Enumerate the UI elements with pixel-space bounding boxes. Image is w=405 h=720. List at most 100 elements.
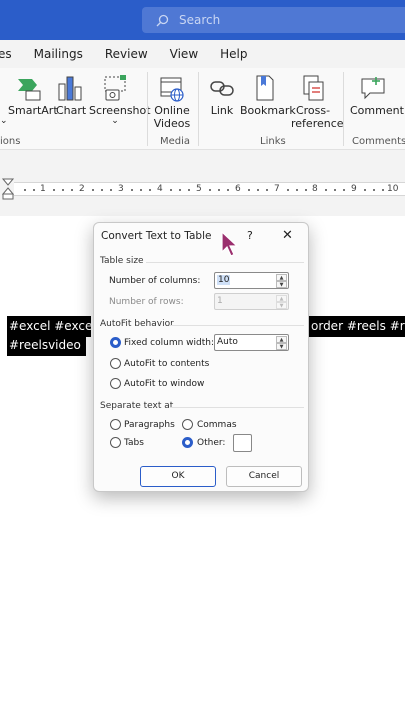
table-size-heading: Table size	[100, 256, 144, 266]
selected-text-line2: #reelsvideo	[7, 335, 86, 356]
ruler-number: 5	[196, 184, 202, 194]
spin-up-icon[interactable]: ▲	[276, 274, 287, 281]
other-separator-input[interactable]	[233, 434, 252, 452]
group-media-label: Media	[160, 136, 191, 147]
paragraphs-label: Paragraphs	[124, 420, 175, 430]
tabs-radio[interactable]	[110, 437, 121, 448]
commas-label: Commas	[197, 420, 237, 430]
screenshot-button[interactable]: Screenshot ⌄	[89, 72, 151, 126]
dialog-title: Convert Text to Table	[101, 230, 212, 242]
link-label: Link	[210, 104, 234, 117]
cross-reference-button[interactable]: Cross- reference	[291, 72, 344, 130]
help-icon[interactable]: ?	[247, 229, 253, 242]
spin-up-icon: ▲	[276, 295, 287, 302]
mouse-cursor-icon	[221, 230, 239, 257]
bookmark-button[interactable]: Bookmark	[240, 72, 296, 117]
close-icon[interactable]: ✕	[282, 228, 293, 243]
number-of-columns-input[interactable]: 10 ▲ ▼	[214, 272, 289, 289]
ribbon: ⌄ SmartArt Chart Screenshot ⌄ Online Vid…	[0, 68, 405, 150]
bookmark-icon	[256, 75, 274, 101]
comment-label: Comment	[350, 104, 404, 117]
cancel-button[interactable]: Cancel	[226, 466, 302, 487]
spin-down-icon: ▼	[276, 302, 287, 309]
ruler-number: 7	[274, 184, 280, 194]
number-of-rows-label: Number of rows:	[109, 297, 184, 307]
number-of-rows-input: 1 ▲ ▼	[214, 293, 289, 310]
ruler-number: 4	[157, 184, 163, 194]
autofit-heading: AutoFit behavior	[100, 319, 174, 329]
bookmark-label: Bookmark	[240, 104, 296, 117]
ribbon-separator	[198, 72, 199, 146]
fixed-width-value: Auto	[217, 337, 238, 347]
tab-references-partial[interactable]: es	[0, 47, 12, 61]
number-of-rows-value: 1	[217, 296, 223, 306]
commas-radio[interactable]	[182, 419, 193, 430]
fixed-width-label: Fixed column width:	[124, 338, 215, 348]
other-label: Other:	[197, 438, 226, 448]
group-illustrations-label: ions	[0, 136, 21, 147]
ruler-number: 3	[118, 184, 124, 194]
number-of-columns-value: 10	[217, 275, 231, 285]
autofit-window-radio[interactable]	[110, 378, 121, 389]
fixed-width-radio[interactable]	[110, 337, 121, 348]
paragraphs-radio[interactable]	[110, 419, 121, 430]
autofit-contents-label: AutoFit to contents	[124, 359, 210, 369]
tab-review[interactable]: Review	[105, 47, 148, 61]
tab-view[interactable]: View	[170, 47, 198, 61]
autofit-window-label: AutoFit to window	[124, 379, 205, 389]
spin-up-icon[interactable]: ▲	[276, 336, 287, 343]
ribbon-separator	[343, 72, 344, 146]
cross-reference-label-1: Cross-	[295, 104, 331, 117]
ruler-number: 9	[351, 184, 357, 194]
tab-mailings[interactable]: Mailings	[34, 47, 83, 61]
ruler-number: 6	[235, 184, 241, 194]
autofit-contents-radio[interactable]	[110, 358, 121, 369]
group-comments-label: Comments	[352, 136, 405, 147]
ruler-number: 8	[312, 184, 318, 194]
spin-down-icon[interactable]: ▼	[276, 281, 287, 288]
smartart-label: SmartArt	[8, 104, 58, 117]
selected-text-line1-left: #excel #exceltu	[7, 316, 91, 337]
ruler-number: 10	[387, 184, 399, 194]
chevron-down-icon: ⌄	[111, 116, 119, 126]
search-icon	[156, 14, 169, 26]
ribbon-separator	[147, 72, 148, 146]
ruler-number: 2	[79, 184, 85, 194]
separate-text-heading: Separate text at	[100, 401, 174, 411]
online-videos-label-1: Online	[154, 104, 190, 117]
smartart-button[interactable]: SmartArt	[8, 72, 58, 117]
link-button[interactable]: Link	[208, 72, 236, 117]
tab-help[interactable]: Help	[220, 47, 247, 61]
number-of-columns-label: Number of columns:	[109, 276, 201, 286]
group-links-label: Links	[260, 136, 286, 147]
online-videos-label-2: Videos	[153, 117, 191, 130]
cross-reference-icon	[303, 75, 324, 101]
comment-icon	[361, 77, 385, 100]
search-placeholder: Search	[179, 13, 221, 27]
selected-text-line1-right: order #reels #ree	[309, 316, 405, 337]
ruler-area: 1 2 3 4 5 6 7 8 9 10	[0, 150, 405, 216]
convert-text-to-table-dialog: Convert Text to Table ? ✕ Table size Num…	[93, 222, 309, 492]
ok-button[interactable]: OK	[140, 466, 216, 487]
comment-button[interactable]: Comment	[350, 72, 404, 117]
horizontal-ruler[interactable]: 1 2 3 4 5 6 7 8 9 10	[14, 182, 405, 196]
chart-button[interactable]: Chart	[56, 72, 87, 117]
chevron-down-icon: ⌄	[0, 116, 8, 126]
title-bar: Search	[0, 0, 405, 40]
chart-label: Chart	[56, 104, 87, 117]
indent-marker-icon[interactable]	[2, 178, 14, 200]
online-video-icon	[160, 77, 184, 102]
chart-icon	[58, 76, 82, 101]
search-box[interactable]: Search	[142, 7, 405, 33]
tabs-label: Tabs	[124, 438, 144, 448]
screenshot-icon	[104, 75, 126, 101]
ruler-number: 1	[40, 184, 46, 194]
cross-reference-label-2: reference	[291, 117, 344, 130]
menu-bar: es Mailings Review View Help	[0, 40, 405, 68]
other-radio[interactable]	[182, 437, 193, 448]
smartart-icon	[18, 79, 41, 101]
fixed-width-input[interactable]: Auto ▲ ▼	[214, 334, 289, 351]
spin-down-icon[interactable]: ▼	[276, 343, 287, 350]
link-icon	[210, 81, 234, 96]
online-videos-button[interactable]: Online Videos	[152, 72, 192, 130]
